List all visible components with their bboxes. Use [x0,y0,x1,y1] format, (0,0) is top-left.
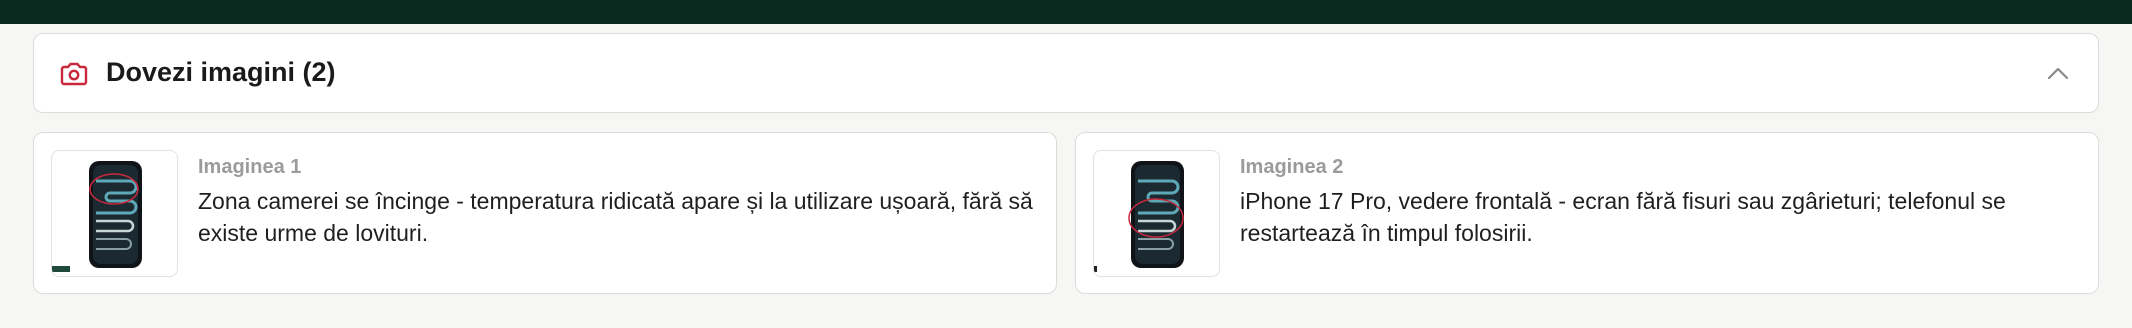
evidence-thumbnail[interactable] [51,150,178,277]
image-label: Imaginea 2 [1240,156,1344,178]
image-label: Imaginea 1 [198,156,302,178]
evidence-image-card: Imaginea 2 iPhone 17 Pro, vedere frontal… [1075,132,2099,294]
evidence-thumbnail[interactable] [1093,150,1220,277]
image-description: Zona camerei se încinge - temperatura ri… [198,188,1033,246]
camera-icon [58,58,90,90]
chevron-up-icon[interactable] [2044,60,2072,88]
image-description: iPhone 17 Pro, vedere frontală - ecran f… [1240,188,2006,246]
section-title: Dovezi imagini (2) [106,57,336,87]
evidence-image-card: Imaginea 1 Zona camerei se încinge - tem… [33,132,1057,294]
evidence-images-section-header[interactable]: Dovezi imagini (2) [33,33,2099,113]
top-navigation-bar [0,0,2132,24]
